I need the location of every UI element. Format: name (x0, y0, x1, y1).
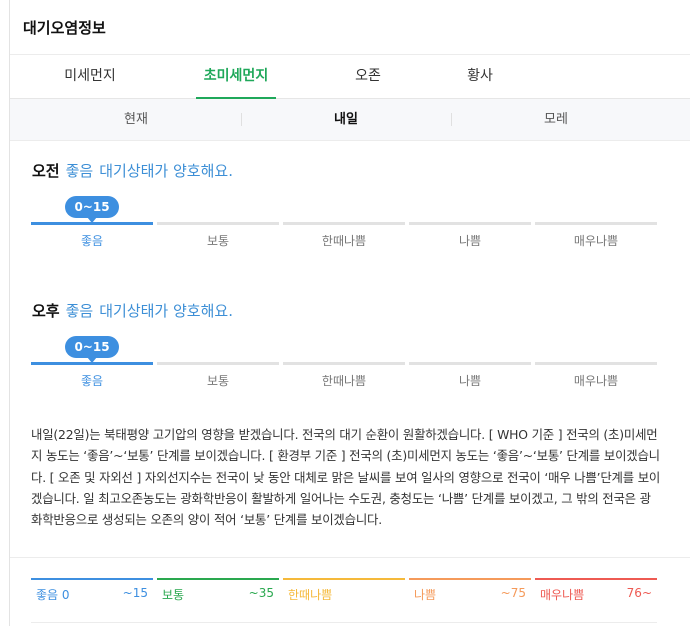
forecast-period: 오전 (32, 162, 60, 180)
legend-range: ~15 (122, 586, 148, 600)
legend-very-bad: 매우나쁨 76~ (535, 578, 657, 604)
forecast-am-headline: 오전 좋음 대기상태가 양호해요. (32, 160, 233, 181)
card-title: 대기오염정보 (23, 18, 106, 37)
forecast-period: 오후 (32, 302, 60, 320)
legend-range: 76~ (626, 586, 652, 600)
legend-good: 좋음 0 ~15 (31, 578, 153, 604)
subtab-divider (451, 113, 452, 126)
legend-divider (31, 622, 657, 623)
legend-sometimes-bad: 한때나쁨 (283, 578, 405, 604)
tab-pm10[interactable]: 미세먼지 (56, 55, 124, 99)
level-moderate: 보통 (157, 362, 279, 396)
subtab-divider (241, 113, 242, 126)
forecast-grade: 좋음 (65, 302, 94, 320)
air-quality-card: 대기오염정보 미세먼지 초미세먼지 오존 황사 현재 내일 모레 오전 좋음 대기상… (9, 0, 690, 626)
legend-range: ~75 (500, 586, 526, 600)
legend-moderate: 보통 ~35 (157, 578, 279, 604)
legend-bad: 나쁨 ~75 (409, 578, 531, 604)
level-good: 좋음 (31, 362, 153, 396)
legend-name: 나쁨 (414, 588, 437, 602)
legend-name: 한때나쁨 (288, 588, 333, 602)
level-scale: 좋음 보통 한때나쁨 나쁨 매우나쁨 (31, 362, 657, 396)
tab-ozone[interactable]: 오존 (348, 55, 388, 99)
subtab-tomorrow[interactable]: 내일 (246, 99, 446, 141)
legend-name: 좋음 0 (36, 588, 70, 602)
forecast-summary: 내일(22일)는 북태평양 고기압의 영향을 받겠습니다. 전국의 대기 순환이… (31, 427, 661, 528)
legend-name: 매우나쁨 (540, 588, 585, 602)
level-scale: 좋음 보통 한때나쁨 나쁨 매우나쁨 (31, 222, 657, 256)
legend-range: ~35 (248, 586, 274, 600)
forecast-pm-headline: 오후 좋음 대기상태가 양호해요. (32, 300, 233, 321)
level-sometimes-bad: 한때나쁨 (283, 362, 405, 396)
level-very-bad: 매우나쁨 (535, 362, 657, 396)
level-bad: 나쁨 (409, 222, 531, 256)
subtab-day-after[interactable]: 모레 (456, 99, 656, 141)
tab-yellow-dust[interactable]: 황사 (460, 55, 500, 99)
forecast-grade: 좋음 (65, 162, 94, 180)
level-very-bad: 매우나쁨 (535, 222, 657, 256)
level-bad: 나쁨 (409, 362, 531, 396)
forecast-description: 대기상태가 양호해요. (99, 162, 233, 180)
tab-pm25[interactable]: 초미세먼지 (196, 55, 276, 99)
range-bubble: 0~15 (65, 336, 119, 363)
level-good: 좋음 (31, 222, 153, 256)
range-bubble: 0~15 (65, 196, 119, 223)
legend: 좋음 0 ~15 보통 ~35 한때나쁨 나쁨 ~75 매우나쁨 76~ (10, 557, 690, 626)
legend-name: 보통 (162, 588, 185, 602)
title-bar: 대기오염정보 (10, 0, 690, 55)
level-moderate: 보통 (157, 222, 279, 256)
pollutant-tabs: 미세먼지 초미세먼지 오존 황사 (10, 55, 690, 99)
subtab-now[interactable]: 현재 (36, 99, 236, 141)
forecast-description: 대기상태가 양호해요. (99, 302, 233, 320)
day-tabs: 현재 내일 모레 (10, 99, 690, 141)
level-sometimes-bad: 한때나쁨 (283, 222, 405, 256)
